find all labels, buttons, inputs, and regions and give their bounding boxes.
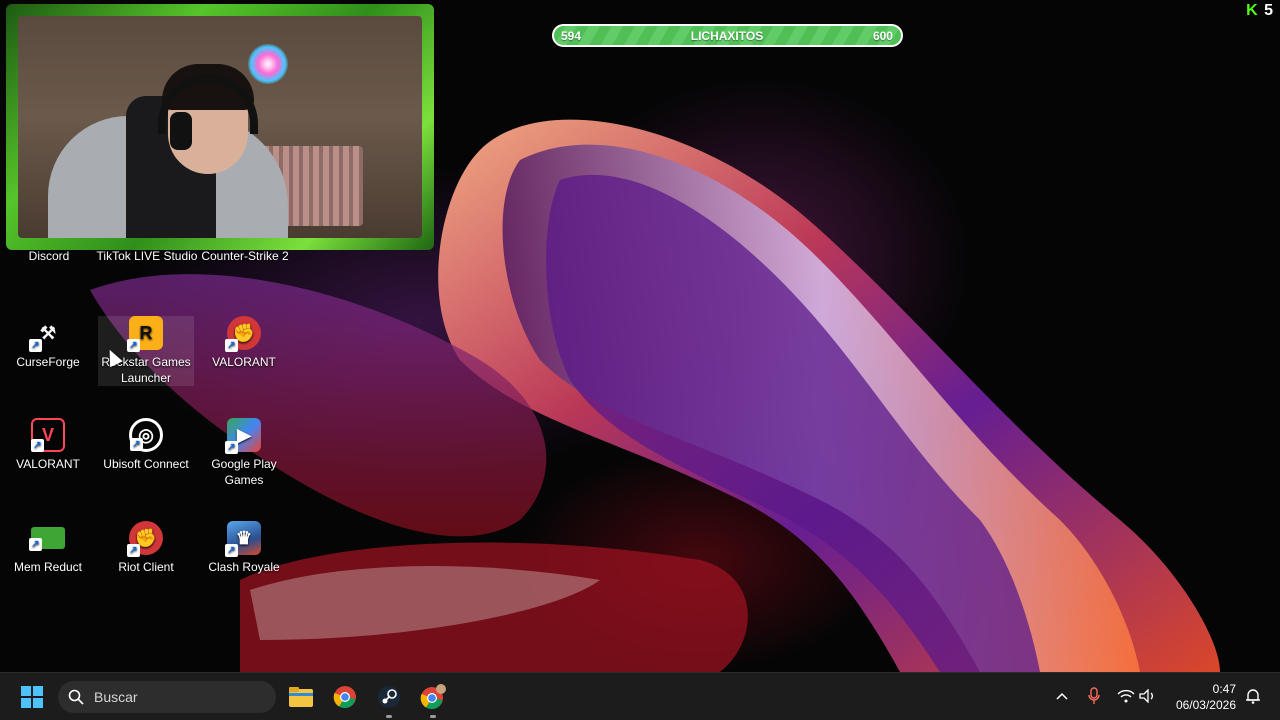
desktop-icon-ubisoft[interactable]: ◎ ↗ Ubisoft Connect <box>98 418 194 472</box>
speaker-icon <box>1139 689 1153 703</box>
stream-health-bar: 594 LICHAXITOS 600 <box>552 24 903 47</box>
network-tray-button[interactable] <box>1116 685 1136 707</box>
google-play-games-icon: ▶ ↗ <box>225 418 261 454</box>
start-button[interactable] <box>16 681 48 713</box>
desktop-icon-label: VALORANT <box>212 355 276 369</box>
desktop-icon-label: Mem Reduct <box>13 560 83 574</box>
health-max: 600 <box>872 28 893 43</box>
desktop-icon-label: Riot Client <box>118 560 174 574</box>
steam-icon <box>378 686 400 708</box>
desktop-icon-curseforge[interactable]: ⚒ ↗ CurseForge <box>0 316 96 370</box>
chrome-icon <box>333 686 356 709</box>
desktop-icon-clash-royale[interactable]: ♛ ↗ Clash Royale <box>196 521 292 575</box>
notification-bell-icon <box>1246 689 1260 704</box>
desktop-icon-valorant[interactable]: V ↗ VALORANT <box>0 418 96 472</box>
running-indicator <box>430 715 436 718</box>
desktop-icon-riot-client[interactable]: ✊ ↗ Riot Client <box>98 521 194 575</box>
kick-logo-num: 5 <box>1264 2 1274 19</box>
desktop-icon-label: Clash Royale <box>208 560 280 574</box>
clash-royale-icon: ♛ ↗ <box>225 521 261 557</box>
search-input[interactable] <box>94 689 254 705</box>
windows-icon <box>21 686 43 708</box>
clock-date: 06/03/2026 <box>1175 698 1236 712</box>
desktop-icon-label: VALORANT <box>16 457 80 471</box>
notifications-button[interactable] <box>1243 685 1263 707</box>
desktop-icon-google-play-games[interactable]: ▶ ↗ Google Play Games <box>196 418 292 488</box>
taskbar: 0:47 06/03/2026 <box>0 672 1280 720</box>
clock-time: 0:47 <box>1212 682 1236 696</box>
desktop-icon-valorant-riot[interactable]: ✊ ↗ VALORANT <box>196 316 292 370</box>
chrome-profile-icon <box>420 684 446 710</box>
taskbar-file-explorer[interactable] <box>285 681 317 713</box>
health-current: 594 <box>561 28 582 43</box>
desktop-icon-label: CurseForge <box>16 355 80 369</box>
valorant-icon: V ↗ <box>31 418 65 452</box>
headset-earcup <box>170 112 192 150</box>
desktop-icon-label: Google Play Games <box>211 457 277 487</box>
desktop-icon-mem-reduct[interactable]: ↗ Mem Reduct <box>0 521 96 575</box>
riot-client-icon: ✊ ↗ <box>127 521 163 557</box>
running-indicator <box>386 715 392 718</box>
taskbar-search[interactable] <box>58 681 276 713</box>
webcam-overlay <box>6 4 434 250</box>
search-icon <box>68 689 84 705</box>
desktop-icon-discord-label[interactable]: Discord <box>20 249 78 263</box>
show-hidden-icons-button[interactable] <box>1052 685 1072 707</box>
taskbar-steam[interactable] <box>373 681 405 718</box>
curseforge-icon: ⚒ ↗ <box>29 316 65 352</box>
wifi-icon <box>1117 689 1135 703</box>
microphone-icon <box>1088 687 1100 704</box>
desktop-icon-tiktok-label[interactable]: TikTok LIVE Studio <box>96 249 198 263</box>
kick-logo: K 5 <box>1246 2 1274 20</box>
rockstar-icon: R ↗ <box>127 316 163 352</box>
desktop-icon-label: Ubisoft Connect <box>103 457 189 471</box>
ubisoft-icon: ◎ ↗ <box>129 418 163 452</box>
microphone-tray-button[interactable] <box>1084 685 1104 707</box>
neon-lamp <box>248 44 288 84</box>
taskbar-chrome-profile[interactable] <box>417 681 449 718</box>
desktop-icon-counter-strike-label[interactable]: Counter-Strike 2 <box>198 249 292 263</box>
chevron-up-icon <box>1056 692 1068 700</box>
file-explorer-icon <box>289 687 313 707</box>
taskbar-chrome[interactable] <box>329 681 361 713</box>
health-name: LICHAXITOS <box>690 28 764 43</box>
mem-reduct-icon: ↗ <box>29 527 65 551</box>
riot-icon: ✊ ↗ <box>225 316 261 352</box>
taskbar-clock[interactable]: 0:47 06/03/2026 <box>1176 681 1236 713</box>
webcam-feed <box>18 16 422 238</box>
volume-tray-button[interactable] <box>1138 685 1158 707</box>
kick-logo-k: K <box>1246 2 1259 19</box>
